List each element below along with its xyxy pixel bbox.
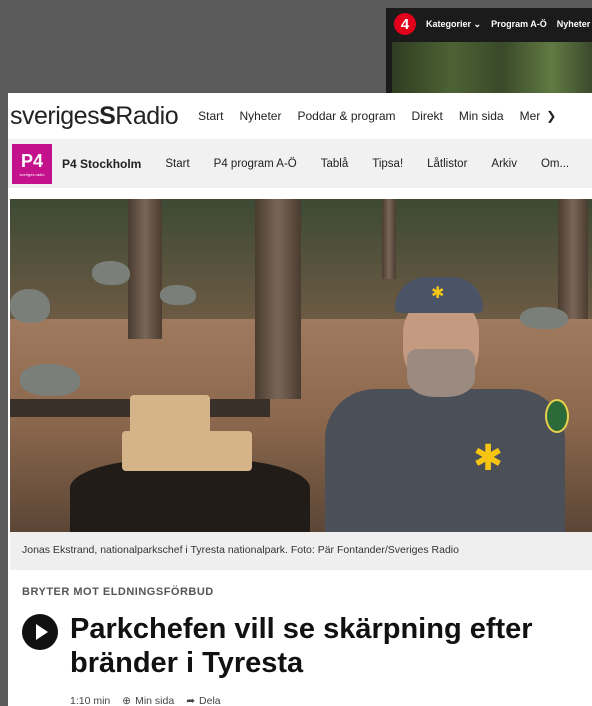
duration: 1:10 min [70,695,111,706]
park-badge-icon [545,399,569,433]
article-hero-image: ✱ ✱ [10,199,592,532]
nav-mer[interactable]: Mer ❯ [520,109,557,123]
p4-logo[interactable]: P4 sveriges radio [12,144,52,184]
play-button[interactable] [22,614,58,650]
share-icon: ➦ [186,695,196,706]
channel-nav-start[interactable]: Start [165,158,189,170]
channel-nav-om[interactable]: Om... [541,158,569,170]
channel-nav-bar: P4 sveriges radio P4 Stockholm Start P4 p… [8,140,592,188]
share-button[interactable]: ➦ Dela [186,695,220,706]
rock [160,285,196,305]
plus-circle-icon: ⊕ [122,695,132,706]
tv4-window: 4 Kategorier ⌄ Program A-Ö Nyheter [386,8,592,98]
article-meta: 1:10 min ⊕ Min sida ➦ Dela [70,695,221,706]
tv4-nav: Kategorier ⌄ Program A-Ö Nyheter [426,19,590,30]
firewood [130,395,210,435]
tv4-header: 4 Kategorier ⌄ Program A-Ö Nyheter [386,8,592,40]
park-ranger-photo: ✱ ✱ [315,269,575,532]
tv4-nav-kategorier[interactable]: Kategorier ⌄ [426,19,481,30]
tv4-logo[interactable]: 4 [394,13,416,35]
nav-nyheter[interactable]: Nyheter [239,109,281,123]
firewood [122,431,252,471]
min-sida-button[interactable]: ⊕ Min sida [122,695,174,706]
tv4-hero-image [392,42,592,98]
article-kicker: BRYTER MOT ELDNINGSFÖRBUD [22,586,214,598]
nav-start[interactable]: Start [198,109,223,123]
channel-nav: Start P4 program A-Ö Tablå Tipsa! Låtlis… [165,158,569,170]
sr-logo[interactable]: sverigesSRadio [10,102,179,131]
nav-poddar[interactable]: Poddar & program [297,109,395,123]
rock [10,289,50,323]
channel-nav-program[interactable]: P4 program A-Ö [214,158,297,170]
rock [20,364,80,396]
nav-direkt[interactable]: Direkt [412,109,443,123]
article-headline: Parkchefen vill se skärpning efter bränd… [70,613,533,679]
channel-nav-arkiv[interactable]: Arkiv [491,158,517,170]
sr-top-nav: sverigesSRadio Start Nyheter Poddar & pr… [8,93,592,140]
tree-trunk [255,199,301,399]
sr-main-nav: Start Nyheter Poddar & program Direkt Mi… [198,109,556,123]
tree-trunk [128,199,162,339]
tv4-nav-nyheter[interactable]: Nyheter [557,19,591,30]
tree-trunk [382,199,396,279]
cap-star-icon: ✱ [431,285,445,302]
channel-nav-latlistor[interactable]: Låtlistor [427,158,467,170]
rock [92,261,130,285]
nav-min-sida[interactable]: Min sida [459,109,504,123]
chevron-down-icon: ❯ [546,109,557,123]
image-caption: Jonas Ekstrand, nationalparkschef i Tyre… [10,532,592,570]
tv4-nav-program[interactable]: Program A-Ö [491,19,547,30]
channel-nav-tipsa[interactable]: Tipsa! [372,158,403,170]
sr-window: sverigesSRadio Start Nyheter Poddar & pr… [8,93,592,706]
channel-nav-tabla[interactable]: Tablå [321,158,349,170]
vest-star-icon: ✱ [473,437,504,478]
channel-name[interactable]: P4 Stockholm [62,157,141,171]
jacket [325,389,565,532]
beard [407,349,475,397]
